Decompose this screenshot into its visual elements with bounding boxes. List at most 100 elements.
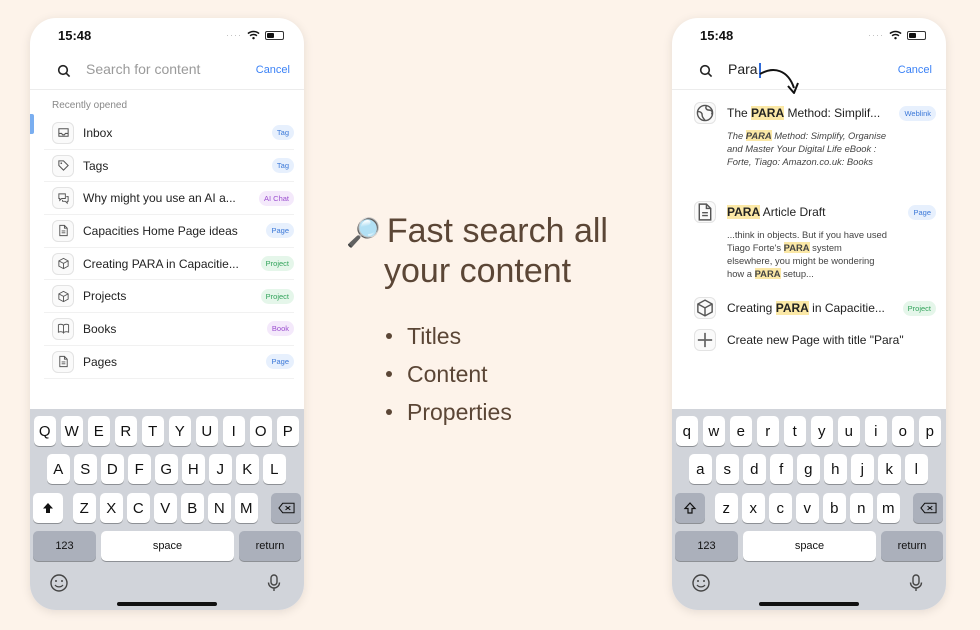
key[interactable]: J: [209, 454, 232, 484]
key[interactable]: m: [877, 493, 900, 523]
key[interactable]: I: [222, 416, 245, 446]
key[interactable]: X: [100, 493, 123, 523]
key[interactable]: i: [864, 416, 887, 446]
delete-key[interactable]: [271, 493, 301, 523]
recent-item[interactable]: Creating PARA in Capacitie... Project: [44, 248, 294, 281]
return-key[interactable]: return: [881, 531, 943, 561]
key[interactable]: N: [208, 493, 231, 523]
key[interactable]: U: [195, 416, 218, 446]
recent-item[interactable]: Pages Page: [44, 346, 294, 379]
key[interactable]: k: [878, 454, 901, 484]
key[interactable]: E: [87, 416, 110, 446]
key[interactable]: s: [716, 454, 739, 484]
recent-item[interactable]: Why might you use an AI a... AI Chat: [44, 182, 294, 216]
key[interactable]: O: [249, 416, 272, 446]
key[interactable]: j: [851, 454, 874, 484]
key[interactable]: C: [127, 493, 150, 523]
recent-item[interactable]: Capacities Home Page ideas Page: [44, 215, 294, 248]
shift-icon: [43, 503, 53, 513]
key[interactable]: d: [743, 454, 766, 484]
key[interactable]: a: [689, 454, 712, 484]
item-icon-box: [52, 317, 74, 340]
item-icon-box: [52, 219, 74, 242]
key[interactable]: z: [715, 493, 738, 523]
key[interactable]: V: [154, 493, 177, 523]
microphone-icon[interactable]: [906, 573, 926, 593]
tag-icon: [57, 160, 69, 171]
key[interactable]: M: [235, 493, 258, 523]
key[interactable]: Q: [33, 416, 56, 446]
microphone-icon[interactable]: [264, 573, 284, 593]
key[interactable]: w: [702, 416, 725, 446]
type-badge: Book: [266, 321, 294, 337]
key[interactable]: e: [729, 416, 752, 446]
key[interactable]: v: [796, 493, 819, 523]
book-icon: [57, 324, 69, 335]
key[interactable]: D: [101, 454, 124, 484]
key[interactable]: B: [181, 493, 204, 523]
result-title: Creating PARA in Capacitie...: [727, 301, 903, 315]
return-key[interactable]: return: [239, 531, 301, 561]
search-result[interactable]: Creating PARA in Capacitie... Project: [686, 296, 936, 320]
key[interactable]: T: [141, 416, 164, 446]
item-label: Inbox: [83, 125, 113, 140]
key[interactable]: b: [823, 493, 846, 523]
recent-item[interactable]: Projects Project: [44, 280, 294, 314]
shift-key[interactable]: [33, 493, 63, 523]
item-icon-box: [52, 187, 74, 210]
key[interactable]: y: [810, 416, 833, 446]
emoji-icon[interactable]: [49, 573, 69, 593]
recent-item[interactable]: Books Book: [44, 313, 294, 346]
curved-arrow-icon: [759, 69, 799, 94]
shift-key[interactable]: [675, 493, 705, 523]
type-badge: Page: [908, 204, 936, 220]
delete-key[interactable]: [913, 493, 943, 523]
key[interactable]: P: [276, 416, 299, 446]
status-icons: ····: [226, 30, 284, 40]
key[interactable]: l: [905, 454, 928, 484]
key[interactable]: n: [850, 493, 873, 523]
title-prefix: The: [727, 106, 752, 120]
key[interactable]: R: [114, 416, 137, 446]
page-icon: [58, 225, 68, 237]
space-key[interactable]: space: [743, 531, 876, 561]
search-result[interactable]: Create new Page with title "Para": [686, 328, 936, 352]
key[interactable]: r: [756, 416, 779, 446]
numbers-key[interactable]: 123: [675, 531, 738, 561]
key[interactable]: Z: [73, 493, 96, 523]
key[interactable]: p: [918, 416, 941, 446]
key[interactable]: c: [769, 493, 792, 523]
recent-item[interactable]: Inbox Tag: [44, 117, 294, 150]
numbers-key[interactable]: 123: [33, 531, 96, 561]
feature-list: Titles Content Properties: [386, 317, 646, 431]
key[interactable]: f: [770, 454, 793, 484]
key[interactable]: K: [236, 454, 259, 484]
emoji-icon[interactable]: [691, 573, 711, 593]
key[interactable]: S: [74, 454, 97, 484]
key[interactable]: W: [60, 416, 83, 446]
title-suffix: Method: Simplif...: [784, 106, 881, 120]
recent-item[interactable]: Tags Tag: [44, 150, 294, 183]
key[interactable]: u: [837, 416, 860, 446]
search-input[interactable]: Search for content: [86, 61, 200, 77]
key[interactable]: L: [263, 454, 286, 484]
key[interactable]: h: [824, 454, 847, 484]
key[interactable]: Y: [168, 416, 191, 446]
search-bar: Search for content Cancel: [30, 54, 304, 90]
search-result[interactable]: PARA Article Draft Page ...think in object…: [686, 200, 936, 280]
key[interactable]: o: [891, 416, 914, 446]
key[interactable]: g: [797, 454, 820, 484]
key[interactable]: A: [47, 454, 70, 484]
cancel-button[interactable]: Cancel: [898, 64, 932, 76]
key[interactable]: H: [182, 454, 205, 484]
plus-icon: [697, 332, 713, 348]
key[interactable]: F: [128, 454, 151, 484]
cancel-button[interactable]: Cancel: [256, 64, 290, 76]
space-key[interactable]: space: [101, 531, 234, 561]
key[interactable]: G: [155, 454, 178, 484]
key[interactable]: x: [742, 493, 765, 523]
search-result[interactable]: The PARA Method: Simplif... Weblink The PA…: [686, 101, 936, 168]
key[interactable]: q: [675, 416, 698, 446]
key[interactable]: t: [783, 416, 806, 446]
search-icon: [57, 64, 71, 78]
